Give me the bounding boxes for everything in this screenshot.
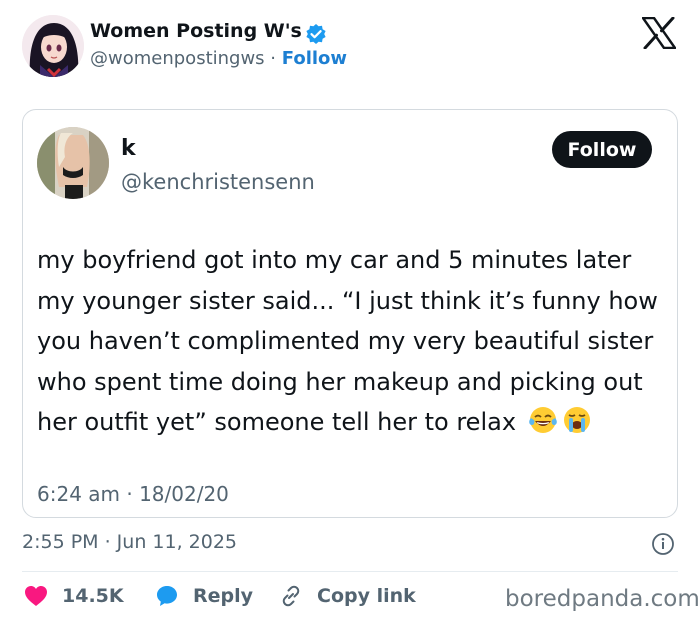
reply-label: Reply (193, 585, 254, 607)
x-logo-icon[interactable] (641, 16, 677, 50)
tweet-line: her outfit yet” someone tell her to rela… (37, 408, 517, 436)
divider (22, 571, 678, 572)
like-button[interactable]: 14.5K (24, 582, 124, 610)
separator-dot: · (270, 48, 277, 69)
follow-button[interactable]: Follow (552, 131, 652, 168)
tweet-line: you haven’t complimented my very beautif… (37, 327, 654, 355)
quoted-timestamp[interactable]: 6:24 am · 18/02/20 (37, 482, 229, 506)
author-handle-line: @womenpostingws · Follow (90, 48, 347, 69)
watermark: boredpanda.com (505, 586, 700, 612)
follow-link[interactable]: Follow (282, 48, 347, 69)
author-handle[interactable]: @womenpostingws (90, 48, 265, 69)
tweet-text: my boyfriend got into my car and 5 minut… (37, 240, 667, 443)
quoted-author-name[interactable]: k (121, 136, 136, 161)
reply-button[interactable]: Reply (155, 582, 253, 610)
face-with-tears-of-joy-icon (528, 405, 558, 435)
link-icon (282, 585, 300, 607)
copy-link-label: Copy link (317, 585, 416, 607)
info-icon[interactable] (651, 532, 675, 556)
post-timestamp[interactable]: 2:55 PM · Jun 11, 2025 (22, 531, 237, 553)
tweet-line: my younger sister said... “I just think … (37, 286, 658, 315)
tweet-line-last: her outfit yet” someone tell her to rela… (37, 402, 667, 443)
like-count: 14.5K (62, 585, 124, 607)
avatar[interactable] (22, 15, 84, 77)
copy-link-button[interactable]: Copy link (279, 582, 416, 610)
reply-bubble-icon (157, 586, 177, 606)
tweet-line: who spent time doing her makeup and pick… (37, 367, 643, 396)
quoted-author-handle[interactable]: @kenchristensenn (121, 170, 315, 194)
loudly-crying-face-icon (562, 405, 592, 435)
tweet-line: my boyfriend got into my car and 5 minut… (37, 246, 632, 274)
quoted-avatar[interactable] (37, 127, 109, 199)
author-name[interactable]: Women Posting W's (90, 20, 302, 42)
heart-icon (25, 586, 47, 606)
verified-badge-icon (305, 23, 327, 45)
